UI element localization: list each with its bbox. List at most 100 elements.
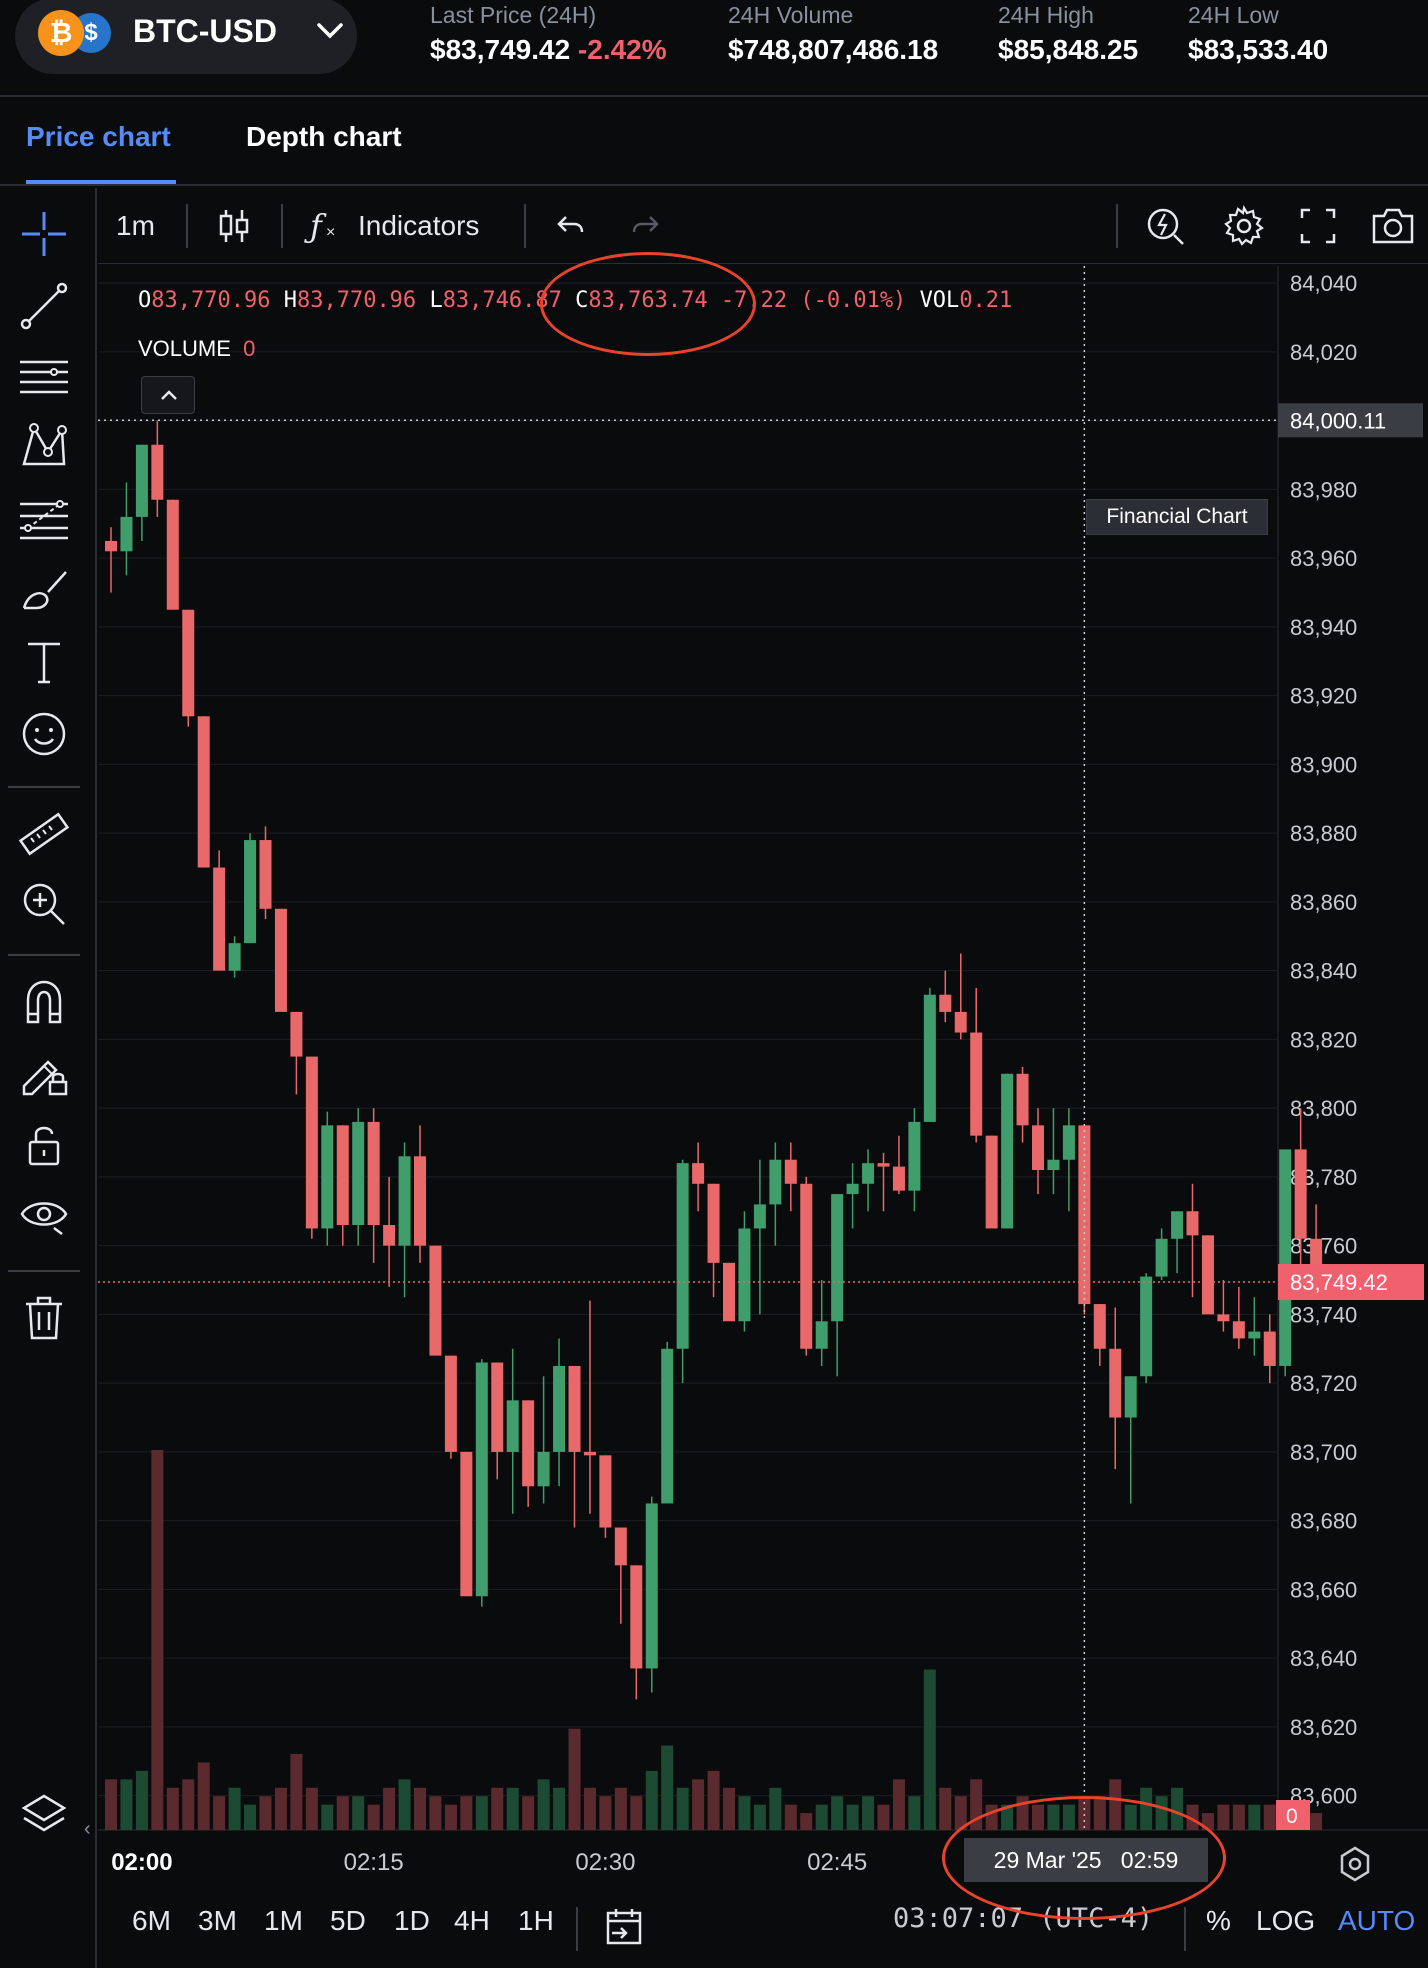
candle-body — [877, 1163, 890, 1167]
candle-body — [800, 1183, 813, 1349]
candle-body — [135, 444, 148, 517]
candle-body — [522, 1400, 535, 1487]
axis-settings-icon-center — [1348, 1857, 1362, 1871]
candle-body — [831, 1194, 844, 1322]
candle-body — [892, 1166, 905, 1191]
volume-bar — [877, 1804, 890, 1830]
volume-bar — [105, 1779, 117, 1830]
candle-body — [475, 1362, 488, 1597]
volume-bar — [336, 1796, 349, 1830]
volume-bar — [321, 1804, 334, 1830]
candle-body — [491, 1362, 504, 1452]
auto-toggle[interactable]: AUTO — [1338, 1905, 1415, 1937]
candle-body — [738, 1228, 751, 1322]
candle-body — [383, 1225, 396, 1246]
volume-bar — [738, 1796, 751, 1830]
candle-body — [1032, 1125, 1044, 1171]
volume-bar — [414, 1787, 426, 1830]
candle-body — [614, 1527, 627, 1566]
range-1d[interactable]: 1D — [394, 1905, 430, 1937]
x-tick-label: 02:30 — [575, 1849, 635, 1876]
candle-body — [105, 540, 117, 552]
volume-bar — [769, 1787, 782, 1830]
volume-bar — [892, 1779, 905, 1830]
candle-body — [1016, 1073, 1029, 1126]
x-tick-label: 02:00 — [111, 1849, 172, 1876]
volume-bar — [831, 1796, 844, 1830]
candle-body — [244, 840, 257, 944]
volume-bar — [244, 1804, 257, 1830]
volume-bar — [274, 1787, 287, 1830]
percent-toggle[interactable]: % — [1206, 1905, 1231, 1937]
candle-body — [1109, 1348, 1122, 1418]
volume-bar — [460, 1796, 473, 1830]
volume-bar — [846, 1804, 859, 1830]
y-tick-label: 83,880 — [1290, 821, 1357, 846]
collapse-legend-button[interactable] — [141, 376, 195, 414]
range-1m[interactable]: 1M — [264, 1905, 303, 1937]
axis-settings-icon[interactable] — [1340, 1846, 1370, 1882]
bitcoin-icon: ₿ — [38, 10, 84, 56]
volume-bar — [1217, 1804, 1230, 1830]
go-to-date-icon[interactable] — [604, 1905, 644, 1954]
candle-body — [908, 1121, 921, 1191]
y-tick-label: 83,720 — [1290, 1371, 1357, 1396]
candle-body — [444, 1355, 457, 1452]
volume-bar — [135, 1770, 148, 1830]
log-toggle[interactable]: LOG — [1256, 1905, 1315, 1937]
candle-body — [1248, 1331, 1261, 1339]
vol-label: VOL — [919, 288, 960, 313]
volume-bar — [753, 1804, 766, 1830]
volume-bar — [939, 1787, 952, 1830]
volume-bar — [228, 1787, 241, 1830]
volume-bar — [475, 1796, 488, 1830]
candle-body — [784, 1159, 797, 1184]
volume-bar — [1263, 1804, 1276, 1830]
candle-body — [815, 1321, 828, 1349]
candle-body — [1062, 1125, 1075, 1160]
y-tick-label: 83,740 — [1290, 1302, 1357, 1327]
volume-bar — [862, 1796, 875, 1830]
candle-body — [1124, 1376, 1137, 1418]
volume-bar — [367, 1804, 380, 1830]
candle-body — [321, 1125, 334, 1229]
bottom-divider — [576, 1907, 578, 1951]
candle-body — [1047, 1159, 1060, 1171]
candle-body — [166, 499, 179, 610]
crosshair-price-label: 84,000.11 — [1290, 408, 1386, 433]
range-4h[interactable]: 4H — [454, 1905, 490, 1937]
volume-bar — [1232, 1804, 1245, 1830]
volume-bar — [784, 1804, 797, 1830]
x-tick-label: 02:45 — [807, 1849, 867, 1876]
candle-body — [305, 1056, 318, 1229]
range-5d[interactable]: 5D — [330, 1905, 366, 1937]
volume-bar — [553, 1787, 566, 1830]
candle-body — [213, 867, 226, 971]
candle-body — [1093, 1304, 1106, 1349]
candle-body — [645, 1503, 658, 1669]
volume-bar — [352, 1796, 365, 1830]
candle-body — [290, 1011, 303, 1057]
volume-bar — [583, 1787, 596, 1830]
annotation-circle-close — [540, 252, 756, 356]
candle-body — [228, 943, 241, 971]
y-tick-label: 83,860 — [1290, 890, 1357, 915]
range-1h[interactable]: 1H — [518, 1905, 554, 1937]
candle-body — [259, 840, 272, 909]
candle-body — [460, 1451, 473, 1597]
x-tick-label: 02:15 — [344, 1849, 404, 1876]
annotation-circle-time — [942, 1796, 1226, 1920]
candle-body — [985, 1135, 998, 1229]
range-3m[interactable]: 3M — [198, 1905, 237, 1937]
volume-bar — [537, 1779, 550, 1830]
candle-body — [274, 908, 287, 1012]
volume-bar — [645, 1770, 658, 1830]
candle-body — [1279, 1149, 1292, 1366]
low-label: L — [429, 288, 443, 313]
range-6m[interactable]: 6M — [132, 1905, 171, 1937]
chart-tooltip: Financial Chart — [1086, 499, 1268, 535]
open-label: O — [138, 288, 152, 313]
y-tick-label: 83,840 — [1290, 959, 1357, 984]
volume-bar — [213, 1796, 226, 1830]
volume-bar — [305, 1787, 318, 1830]
